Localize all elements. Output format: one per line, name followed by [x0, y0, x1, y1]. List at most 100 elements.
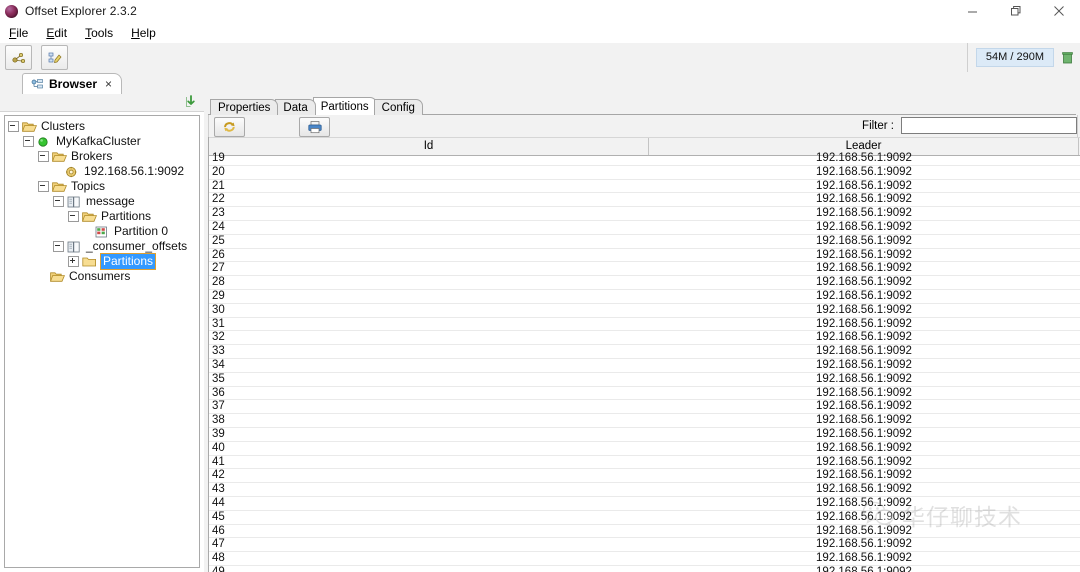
tree-node-consumer-offsets[interactable]: _consumer_offsets: [8, 239, 199, 254]
collapse-icon[interactable]: [53, 241, 64, 252]
tree-node-label: Partitions: [99, 253, 157, 270]
collapse-icon[interactable]: [53, 196, 64, 207]
menu-help[interactable]: Help: [122, 24, 165, 42]
table-row[interactable]: 43 192.168.56.1:9092: [209, 483, 1080, 497]
cluster-edit-icon[interactable]: [41, 45, 68, 70]
close-icon[interactable]: [1037, 0, 1080, 22]
table-row[interactable]: 19 192.168.56.1:9092: [209, 152, 1080, 166]
tree-panel: Clusters MyKafkaCluster Brokers 192.168.56.…: [0, 94, 204, 572]
tree-node-topics[interactable]: Topics: [8, 179, 199, 194]
cell-id: 40: [212, 441, 225, 454]
table-row[interactable]: 41 192.168.56.1:9092: [209, 456, 1080, 470]
table-row[interactable]: 36 192.168.56.1:9092: [209, 387, 1080, 401]
tree-node-label: _consumer_offsets: [86, 239, 188, 253]
tree-node-192-168-56-1-9092[interactable]: 192.168.56.1:9092: [8, 164, 199, 179]
table-row[interactable]: 39 192.168.56.1:9092: [209, 428, 1080, 442]
browser-icon: [31, 78, 44, 90]
tree-node-label: Clusters: [41, 119, 86, 133]
collapse-icon[interactable]: [23, 136, 34, 147]
tab-partitions[interactable]: Partitions: [312, 97, 377, 115]
menu-file[interactable]: File: [0, 24, 37, 42]
cell-id: 43: [212, 483, 225, 496]
table-row[interactable]: 30 192.168.56.1:9092: [209, 304, 1080, 318]
tree-node-partitions[interactable]: Partitions: [8, 253, 199, 270]
table-row[interactable]: 22 192.168.56.1:9092: [209, 193, 1080, 208]
table-row[interactable]: 29 192.168.56.1:9092: [209, 290, 1080, 304]
table-row[interactable]: 35 192.168.56.1:9092: [209, 373, 1080, 387]
collapse-icon[interactable]: [68, 211, 79, 222]
table-row[interactable]: 24 192.168.56.1:9092: [209, 221, 1080, 235]
table-row[interactable]: 32 192.168.56.1:9092: [209, 331, 1080, 346]
collapse-icon[interactable]: [8, 121, 19, 132]
tab-properties[interactable]: Properties: [210, 99, 279, 115]
cell-id: 31: [212, 317, 225, 330]
collapse-all-icon[interactable]: [182, 95, 196, 112]
tree-node-message[interactable]: message: [8, 194, 199, 209]
cell-id: 42: [212, 469, 225, 482]
cell-leader: 192.168.56.1:9092: [816, 193, 912, 206]
table-row[interactable]: 47 192.168.56.1:9092: [209, 538, 1080, 553]
table-row[interactable]: 27 192.168.56.1:9092: [209, 262, 1080, 277]
print-icon[interactable]: [299, 117, 330, 137]
menu-tools[interactable]: Tools: [76, 24, 122, 42]
table-row[interactable]: 40 192.168.56.1:9092: [209, 442, 1080, 456]
menu-edit-rest: dit: [54, 25, 68, 40]
tab-data[interactable]: Data: [275, 99, 316, 115]
tree-node-partitions[interactable]: Partitions: [8, 209, 199, 224]
cell-id: 22: [212, 193, 225, 206]
tree-node-brokers[interactable]: Brokers: [8, 149, 199, 164]
table-row[interactable]: 48 192.168.56.1:9092: [209, 552, 1080, 566]
expand-icon[interactable]: [68, 256, 79, 267]
detail-tabs: Properties Data Partitions Config: [204, 97, 423, 115]
table-row[interactable]: 37 192.168.56.1:9092: [209, 400, 1080, 415]
cell-leader: 192.168.56.1:9092: [816, 496, 912, 509]
tab-browser[interactable]: Browser ×: [22, 73, 123, 94]
table-row[interactable]: 23 192.168.56.1:9092: [209, 207, 1080, 221]
folder-open-icon: [52, 150, 67, 163]
table-row[interactable]: 21 192.168.56.1:9092: [209, 180, 1080, 194]
partitions-table[interactable]: Id Leader 19 192.168.56.1:9092 20 192.168.5…: [208, 137, 1080, 572]
cell-id: 49: [212, 565, 225, 572]
collapse-icon[interactable]: [38, 151, 49, 162]
filter-input[interactable]: [901, 117, 1077, 134]
cell-id: 25: [212, 234, 225, 247]
menu-file-rest: ile: [16, 25, 29, 40]
table-row[interactable]: 28 192.168.56.1:9092: [209, 276, 1080, 290]
cell-leader: 192.168.56.1:9092: [816, 303, 912, 316]
table-row[interactable]: 44 192.168.56.1:9092: [209, 497, 1080, 511]
cluster-tree[interactable]: Clusters MyKafkaCluster Brokers 192.168.56.…: [4, 115, 200, 568]
table-row[interactable]: 38 192.168.56.1:9092: [209, 414, 1080, 428]
table-row[interactable]: 31 192.168.56.1:9092: [209, 318, 1080, 332]
folder-open-icon: [52, 180, 67, 193]
cell-leader: 192.168.56.1:9092: [816, 358, 912, 371]
table-row[interactable]: 49 192.168.56.1:9092: [209, 566, 1080, 572]
tree-node-consumers[interactable]: Consumers: [8, 269, 199, 284]
tab-config[interactable]: Config: [373, 99, 423, 115]
refresh-icon[interactable]: [214, 117, 245, 137]
minimize-icon[interactable]: [951, 0, 994, 22]
cell-leader: 192.168.56.1:9092: [816, 386, 912, 399]
tree-node-partition-0[interactable]: Partition 0: [8, 224, 199, 239]
table-row[interactable]: 26 192.168.56.1:9092: [209, 249, 1080, 263]
trash-icon[interactable]: [1061, 51, 1074, 65]
close-icon[interactable]: ×: [105, 77, 112, 91]
table-row[interactable]: 46 192.168.56.1:9092: [209, 525, 1080, 539]
cell-leader: 192.168.56.1:9092: [816, 538, 912, 551]
menu-edit[interactable]: Edit: [37, 24, 76, 42]
tree-node-mykafkacluster[interactable]: MyKafkaCluster: [8, 134, 199, 149]
table-row[interactable]: 34 192.168.56.1:9092: [209, 359, 1080, 373]
restore-icon[interactable]: [994, 0, 1037, 22]
cell-id: 41: [212, 455, 225, 468]
table-row[interactable]: 42 192.168.56.1:9092: [209, 469, 1080, 484]
menu-bar: File Edit Tools Help: [0, 22, 1080, 44]
table-row[interactable]: 20 192.168.56.1:9092: [209, 166, 1080, 180]
cell-leader: 192.168.56.1:9092: [816, 165, 912, 178]
cluster-add-icon[interactable]: [5, 45, 32, 70]
collapse-icon[interactable]: [38, 181, 49, 192]
table-row[interactable]: 33 192.168.56.1:9092: [209, 345, 1080, 359]
table-row[interactable]: 45 192.168.56.1:9092: [209, 511, 1080, 525]
table-row[interactable]: 25 192.168.56.1:9092: [209, 235, 1080, 249]
tree-node-clusters[interactable]: Clusters: [8, 119, 199, 134]
cell-id: 30: [212, 303, 225, 316]
memory-label: 54M / 290M: [975, 48, 1054, 67]
